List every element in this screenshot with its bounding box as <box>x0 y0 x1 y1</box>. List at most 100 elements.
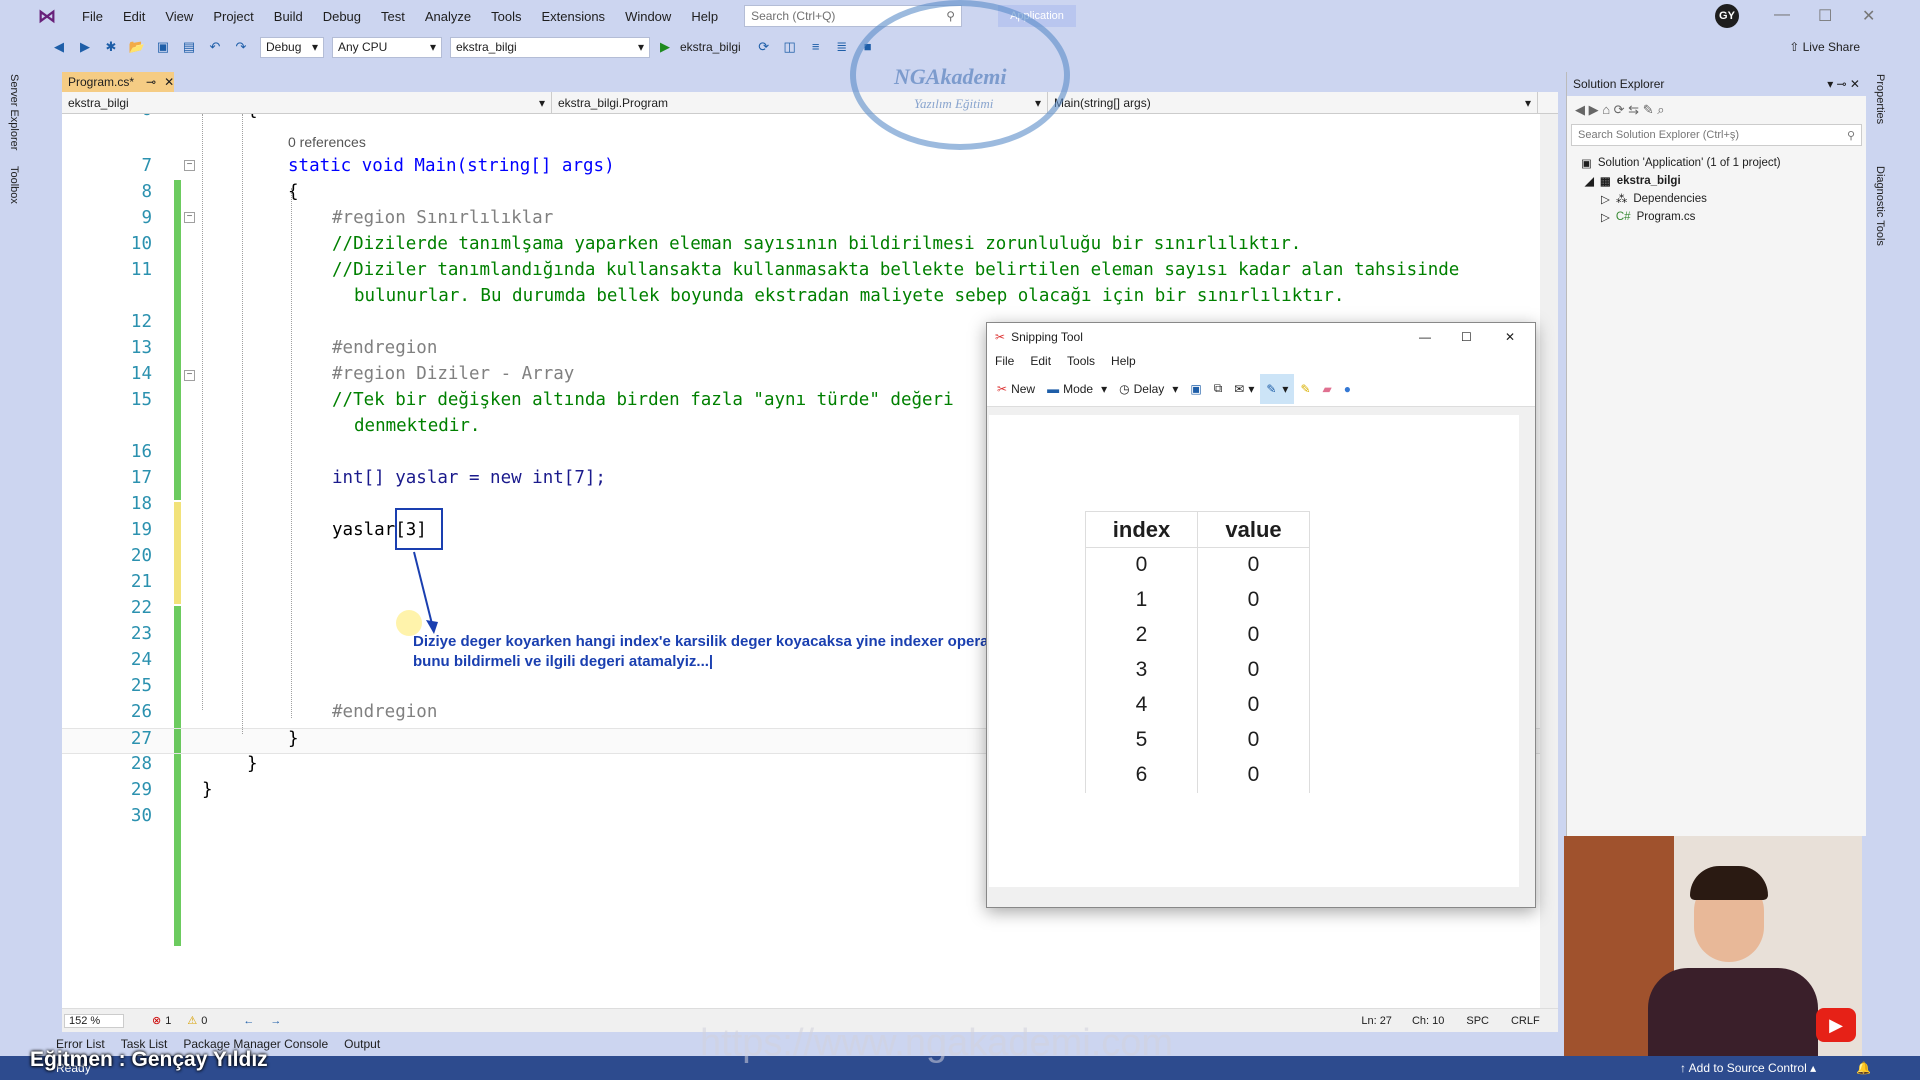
tab-output[interactable]: Output <box>344 1037 380 1051</box>
new-snip-label: New <box>1011 381 1036 396</box>
code-line: bulunurlar. Bu durumda bellek boyunda ek… <box>62 286 1540 312</box>
menu-view[interactable]: View <box>155 9 203 24</box>
line-ending-indicator[interactable]: CRLF <box>1511 1015 1540 1027</box>
save-snip-button[interactable]: ▣ <box>1184 382 1207 396</box>
line-number: 8 <box>141 182 152 202</box>
mode-button[interactable]: ▬ Mode ▾ <box>1041 382 1113 396</box>
properties-tab[interactable]: Properties <box>1874 74 1886 124</box>
nav-back-icon[interactable]: ← <box>243 1015 254 1027</box>
code-line: 10 //Dizilerde tanımlşama yaparken eleman… <box>62 234 1540 260</box>
delay-button[interactable]: ◷ Delay ▾ <box>1113 382 1184 396</box>
menu-extensions[interactable]: Extensions <box>531 9 615 24</box>
menu-file[interactable]: File <box>72 9 113 24</box>
notification-icon[interactable]: 🔔 <box>1856 1061 1871 1075</box>
nav-member-dropdown[interactable]: Main(string[] args) ▾ <box>1048 92 1538 113</box>
solution-search-input[interactable]: Search Solution Explorer (Ctrl+ş) ⚲ <box>1571 124 1862 146</box>
dependencies-icon: ⁂ <box>1615 194 1628 206</box>
line-number: 16 <box>130 442 152 462</box>
line-number: 22 <box>130 598 152 618</box>
run-icon[interactable]: ▶ <box>654 37 676 57</box>
menu-analyze[interactable]: Analyze <box>415 9 481 24</box>
configuration-dropdown[interactable]: Debug ▾ <box>260 36 324 58</box>
editor-vertical-scrollbar[interactable] <box>1540 114 1558 1008</box>
live-share-button[interactable]: ⇧ Live Share <box>1789 40 1860 54</box>
close-icon[interactable]: ✕ <box>1505 330 1515 344</box>
save-all-icon[interactable]: ▤ <box>178 37 200 57</box>
screenshot-icon[interactable]: ◫ <box>779 37 801 57</box>
server-explorer-tab[interactable]: Server Explorer <box>8 74 20 150</box>
startup-project-dropdown[interactable]: ekstra_bilgi ▾ <box>450 36 650 58</box>
redo-icon[interactable]: ↷ <box>230 37 252 57</box>
minimize-icon[interactable]: — <box>1774 6 1790 24</box>
snip-menu-help[interactable]: Help <box>1103 354 1144 368</box>
save-icon: ▣ <box>1190 381 1202 396</box>
snip-menu-file[interactable]: File <box>987 354 1022 368</box>
comment-icon[interactable]: ≡ <box>805 37 827 57</box>
warning-count[interactable]: 0 <box>201 1015 207 1027</box>
diagnostic-tools-tab[interactable]: Diagnostic Tools <box>1874 166 1886 246</box>
menu-help[interactable]: Help <box>681 9 728 24</box>
maximize-icon[interactable]: ☐ <box>1461 330 1472 344</box>
highlighter-icon: ✎ <box>1300 381 1311 396</box>
snip-menu-edit[interactable]: Edit <box>1022 354 1059 368</box>
menu-debug[interactable]: Debug <box>313 9 371 24</box>
window-title: Snipping Tool <box>1011 330 1083 344</box>
save-icon[interactable]: ▣ <box>152 37 174 57</box>
tree-item-program-cs[interactable]: ▷ C# Program.cs <box>1581 208 1866 226</box>
maximize-icon[interactable]: ☐ <box>1818 6 1832 26</box>
source-control-button[interactable]: ↑ Add to Source Control ▴ <box>1680 1061 1816 1075</box>
close-tab-icon[interactable]: ✕ <box>164 75 174 89</box>
menu-project[interactable]: Project <box>203 9 263 24</box>
tree-item-solution[interactable]: ▣ Solution 'Application' (1 of 1 project) <box>1581 154 1866 172</box>
uncomment-icon[interactable]: ≣ <box>831 37 853 57</box>
menu-test[interactable]: Test <box>371 9 415 24</box>
back-icon[interactable]: ◀ <box>48 37 70 57</box>
menu-edit[interactable]: Edit <box>113 9 155 24</box>
codelens-references[interactable]: 0 references <box>288 134 366 150</box>
menu-tools[interactable]: Tools <box>481 9 531 24</box>
eraser-button[interactable]: ▰ <box>1317 382 1338 396</box>
value-cell: 0 <box>1197 757 1310 793</box>
tree-item-dependencies[interactable]: ▷ ⁂ Dependencies <box>1581 190 1866 208</box>
undo-icon[interactable]: ↶ <box>204 37 226 57</box>
snip-vertical-scrollbar[interactable] <box>1519 415 1533 887</box>
nav-forward-icon[interactable]: → <box>270 1015 281 1027</box>
table-row: 60 <box>1085 757 1310 793</box>
toolbox-tab[interactable]: Toolbox <box>8 166 20 204</box>
open-icon[interactable]: 📂 <box>126 37 148 57</box>
whitespace-indicator[interactable]: SPC <box>1466 1015 1489 1027</box>
tab-program-cs[interactable]: Program.cs* ⊸ ✕ <box>62 72 174 92</box>
paint3d-button[interactable]: ● <box>1338 382 1357 396</box>
hot-reload-icon[interactable]: ⟳ <box>753 37 775 57</box>
pen-button[interactable]: ✎ ▾ <box>1260 373 1295 404</box>
highlighter-button[interactable]: ✎ <box>1294 382 1316 396</box>
code-text: bulunurlar. Bu durumda bellek boyunda ek… <box>354 286 1345 306</box>
copy-button[interactable]: ⧉ <box>1208 381 1229 396</box>
menu-window[interactable]: Window <box>615 9 681 24</box>
snip-menu-tools[interactable]: Tools <box>1059 354 1103 368</box>
forward-icon[interactable]: ▶ <box>74 37 96 57</box>
pen-icon: ✎ <box>1266 381 1277 396</box>
new-snip-button[interactable]: ✂ New <box>991 382 1041 396</box>
snip-horizontal-scrollbar[interactable] <box>989 889 1521 905</box>
close-panel-icon[interactable]: ▾ ⊸ ✕ <box>1827 77 1860 91</box>
code-text: int[] yaslar = new int[7]; <box>332 468 606 488</box>
error-count[interactable]: 1 <box>165 1015 171 1027</box>
tree-item-project[interactable]: ◢ ▦ ekstra_bilgi <box>1581 172 1866 190</box>
right-tool-strip: Properties Diagnostic Tools <box>1866 62 1896 1032</box>
nav-project-dropdown[interactable]: ekstra_bilgi ▾ <box>62 92 552 113</box>
menu-build[interactable]: Build <box>264 9 313 24</box>
zoom-dropdown[interactable]: 152 % <box>64 1013 124 1028</box>
send-button[interactable]: ✉ ▾ <box>1228 382 1260 396</box>
platform-dropdown[interactable]: Any CPU ▾ <box>332 36 442 58</box>
new-project-icon[interactable]: ✱ <box>100 37 122 57</box>
close-icon[interactable]: ✕ <box>1862 6 1875 26</box>
user-avatar[interactable]: GY <box>1715 4 1739 28</box>
home-icon[interactable]: ◀ ▶ ⌂ ⟳ ⇆ ✎ ⌕ <box>1575 102 1664 118</box>
minimize-icon[interactable]: — <box>1419 330 1431 344</box>
delay-label: Delay <box>1133 381 1165 396</box>
run-button-label[interactable]: ekstra_bilgi <box>680 40 741 54</box>
youtube-icon: ▶ <box>1816 1008 1856 1042</box>
line-number: 19 <box>130 520 152 540</box>
pin-icon[interactable]: ⊸ <box>146 75 156 89</box>
